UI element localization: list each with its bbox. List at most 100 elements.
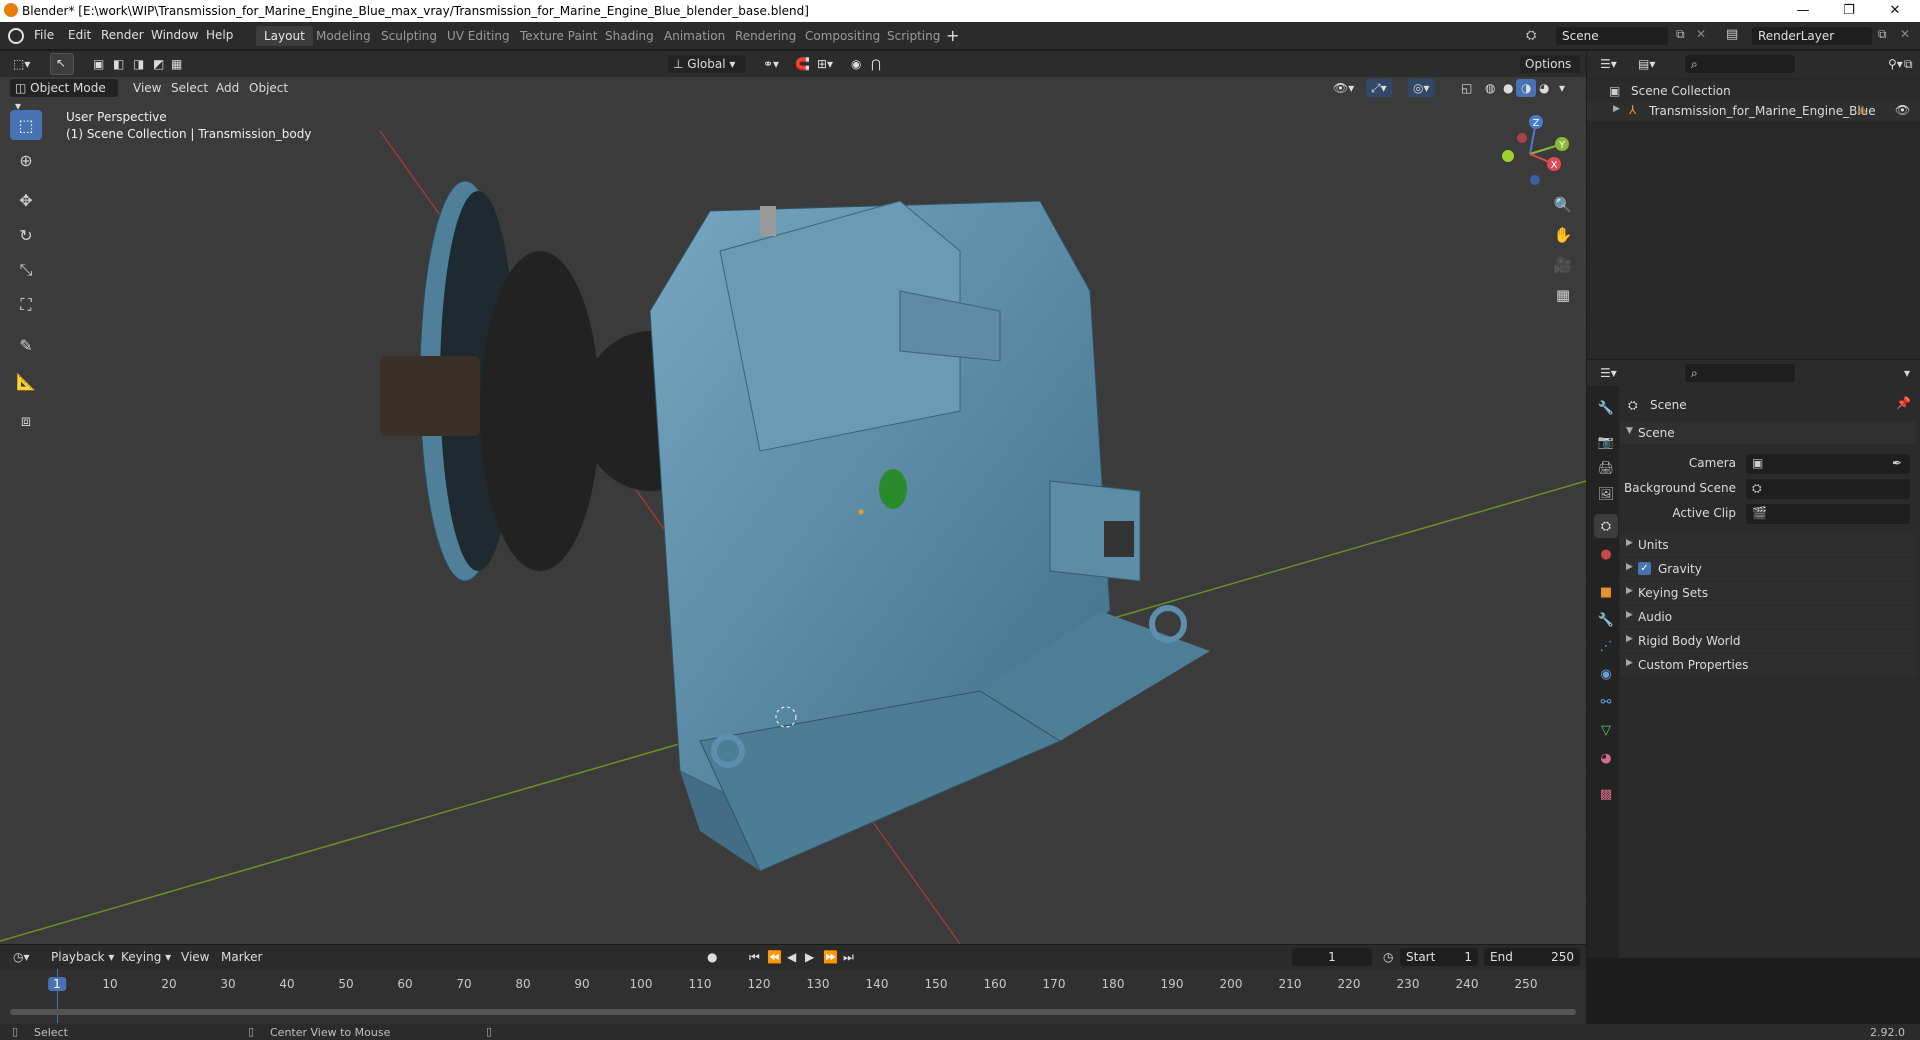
gravity-checkbox[interactable]: ✓ [1638,562,1651,575]
tab-uv-editing[interactable]: UV Editing [439,26,518,46]
rigid-body-world-section[interactable]: ▶ Rigid Body World [1620,630,1916,652]
transform-tool[interactable]: ⛶ [10,290,42,320]
rotate-tool[interactable]: ↻ [10,220,42,250]
outliner-row-scene-collection[interactable]: ▣ Scene Collection [1587,81,1920,101]
scene-new-icon[interactable]: ⧉ [1676,27,1685,42]
view-layer-tab-icon[interactable]: 🖼 [1594,482,1618,506]
tab-texture-paint[interactable]: Texture Paint [512,26,605,46]
timeline-scrollbar[interactable] [10,1009,1576,1015]
start-frame-field[interactable]: Start 1 [1400,948,1478,966]
outliner-search-input[interactable]: ⌕ [1685,55,1795,73]
viewport-menu-select[interactable]: Select [166,79,213,97]
properties-search-input[interactable]: ⌕ [1685,364,1795,382]
close-button[interactable]: ✕ [1872,0,1918,22]
proportional-edit-icon[interactable]: ◉ [846,55,866,73]
display-mode-icon[interactable]: ▤▾ [1633,55,1660,73]
tab-scripting[interactable]: Scripting [879,26,948,46]
tab-shading[interactable]: Shading [597,26,662,46]
scale-tool[interactable]: ⤡ [10,255,42,285]
background-scene-field[interactable]: ⛭ [1746,479,1910,499]
play-icon[interactable]: ▶ [800,948,819,966]
renderlayer-remove-icon[interactable]: ✕ [1900,27,1910,41]
maximize-button[interactable]: ❐ [1826,0,1872,22]
blender-menu-icon[interactable] [8,28,24,44]
editor-type-icon[interactable]: ⬚▾ [8,55,35,73]
camera-field[interactable]: ▣ ✒ [1746,454,1910,474]
constraints-tab-icon[interactable]: ⚯ [1594,690,1618,714]
data-tab-icon[interactable]: ▽ [1594,718,1618,742]
timeline-menu-marker[interactable]: Marker [216,948,267,966]
orientation-dropdown[interactable]: ⊥ Global ▾ [668,55,746,73]
renderlayer-new-icon[interactable]: ⧉ [1878,27,1887,42]
expand-arrow-icon[interactable]: ▶ [1613,104,1620,114]
scene-tab-icon[interactable]: ⛭ [1594,514,1618,538]
overlay-toggle-icon[interactable]: ◎▾ [1408,79,1435,97]
select-box-tool[interactable]: ⬚ [10,110,42,140]
pan-hand-icon[interactable]: ✋ [1550,222,1576,248]
gravity-section[interactable]: ▶ ✓ Gravity [1620,558,1916,580]
menu-render[interactable]: Render [101,28,144,42]
tab-modeling[interactable]: Modeling [308,26,379,46]
mode-dropdown[interactable]: ◫ Object Mode ▾ [10,79,118,113]
tool-tab-icon[interactable]: 🔧 [1594,396,1618,420]
play-reverse-icon[interactable]: ◀ [782,948,801,966]
select-mode-invert-icon[interactable]: ▦ [166,55,187,73]
scene-remove-icon[interactable]: ✕ [1696,27,1706,41]
new-collection-icon[interactable]: ⧉ [1899,55,1918,73]
visibility-eye-icon[interactable]: 👁 [1895,103,1910,117]
audio-section[interactable]: ▶ Audio [1620,606,1916,628]
jump-end-icon[interactable]: ⏭ [838,948,859,966]
custom-properties-section[interactable]: ▶ Custom Properties [1620,654,1916,676]
active-clip-field[interactable]: 🎬 [1746,504,1910,524]
texture-tab-icon[interactable]: ▩ [1594,782,1618,806]
navigation-gizmo[interactable]: Z Y X [1490,110,1570,190]
select-mode-subtract-icon[interactable]: ◨ [128,55,149,73]
menu-window[interactable]: Window [151,28,198,42]
select-mode-new-icon[interactable]: ▣ [88,55,109,73]
renderlayer-browse-icon[interactable]: ▤ [1726,27,1738,42]
outliner-editor-type-icon[interactable]: ☰▾ [1595,55,1622,73]
proportional-falloff-icon[interactable]: ⋂ [866,55,886,73]
properties-editor-type-icon[interactable]: ☰▾ [1595,364,1622,382]
add-workspace-button[interactable]: + [946,26,959,45]
properties-options-icon[interactable]: ▾ [1899,364,1915,382]
visibility-icon[interactable]: 👁▾ [1328,79,1359,97]
timeline-editor-type-icon[interactable]: ◷▾ [8,948,35,966]
pin-icon[interactable]: 📌 [1896,396,1911,410]
tab-layout[interactable]: Layout [256,26,313,46]
output-tab-icon[interactable]: 🖨 [1594,456,1618,480]
pivot-icon[interactable]: ⚭▾ [758,55,784,73]
select-tool-icon[interactable]: ↖ [50,53,74,75]
shading-options-icon[interactable]: ▾ [1554,79,1570,97]
timeline-menu-keying[interactable]: Keying ▾ [116,948,176,966]
menu-help[interactable]: Help [206,28,233,42]
minimize-button[interactable]: — [1780,0,1826,22]
preview-range-icon[interactable]: ◷ [1378,948,1398,966]
tab-animation[interactable]: Animation [656,26,733,46]
eyedropper-icon[interactable]: ✒ [1892,456,1902,470]
tab-compositing[interactable]: Compositing [797,26,888,46]
viewport-menu-add[interactable]: Add [211,79,244,97]
menu-edit[interactable]: Edit [68,28,91,42]
scene-panel-header[interactable]: ▼ Scene [1620,422,1916,444]
annotate-tool[interactable]: ✎ [10,330,42,360]
menu-file[interactable]: File [34,28,54,42]
shading-rendered-icon[interactable]: ◕ [1534,79,1554,97]
modifier-tab-icon[interactable]: 🔧 [1594,608,1618,632]
timeline-menu-playback[interactable]: Playback ▾ [46,948,119,966]
select-mode-extend-icon[interactable]: ◧ [108,55,129,73]
scene-browse-icon[interactable]: ⛭ [1526,28,1542,44]
outliner-row-object[interactable]: ▶ ⅄ Transmission_for_Marine_Engine_Blue … [1587,101,1920,121]
keying-sets-section[interactable]: ▶ Keying Sets [1620,582,1916,604]
ortho-grid-icon[interactable]: ▦ [1550,282,1576,308]
viewport-menu-object[interactable]: Object [244,79,293,97]
timeline-menu-view[interactable]: View [176,948,214,966]
end-frame-field[interactable]: End 250 [1484,948,1580,966]
renderlayer-field[interactable]: RenderLayer [1752,27,1872,45]
particles-tab-icon[interactable]: ⋰ [1594,634,1618,658]
measure-tool[interactable]: 📐 [10,366,42,396]
snap-target-icon[interactable]: ⊞▾ [812,55,838,73]
world-tab-icon[interactable]: ● [1594,542,1618,566]
record-icon[interactable]: ● [702,948,722,966]
zoom-icon[interactable]: 🔍 [1550,192,1576,218]
